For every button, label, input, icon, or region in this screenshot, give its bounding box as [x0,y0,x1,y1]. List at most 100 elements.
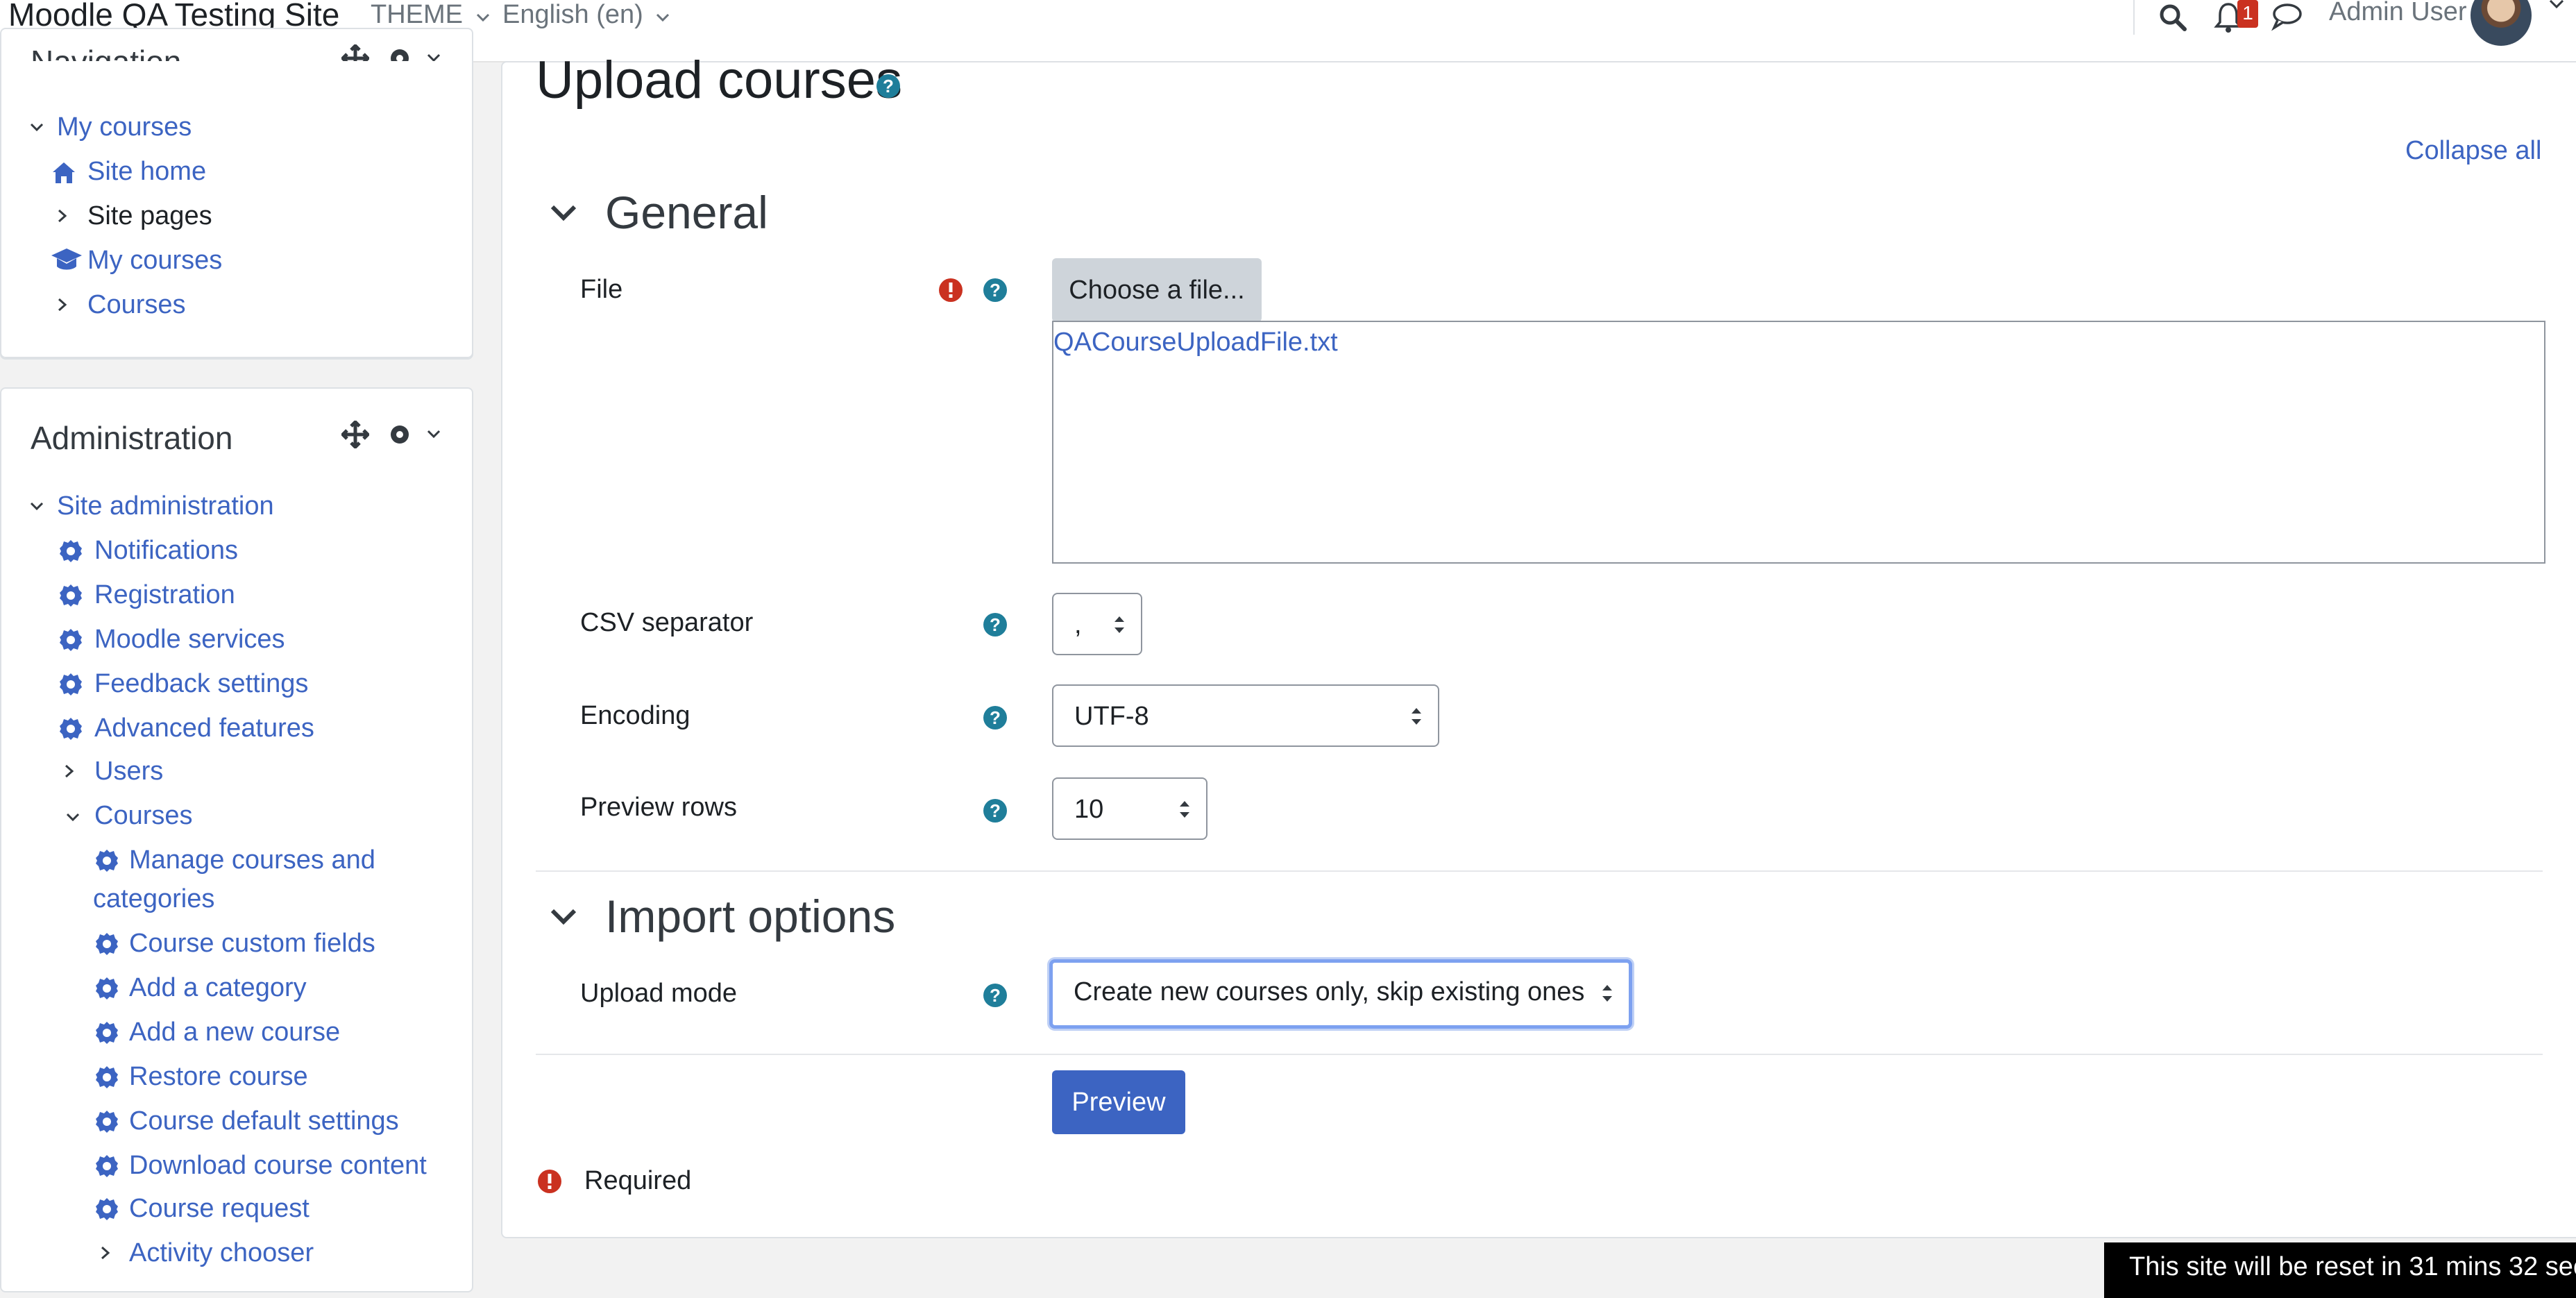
home-icon [53,162,75,183]
sort-arrows-icon [1115,616,1124,633]
nav-item-my-courses-2[interactable]: My courses [87,246,222,276]
avatar[interactable] [2471,0,2532,46]
admin-item-manage-courses[interactable]: Manage courses and [129,845,375,875]
encoding-label: Encoding [580,701,690,730]
svg-text:?: ? [990,800,1001,821]
help-icon[interactable]: ? [983,983,1008,1008]
navbar-divider [2133,0,2135,35]
choose-file-button[interactable]: Choose a file... [1052,258,1262,322]
admin-item-course-default-settings[interactable]: Course default settings [129,1106,399,1136]
section-import-options-title[interactable]: Import options [605,890,895,943]
encoding-value: UTF-8 [1074,702,1149,731]
encoding-select[interactable]: UTF-8 [1052,684,1439,747]
admin-item-registration[interactable]: Registration [94,580,235,610]
help-icon[interactable]: ? [983,798,1008,823]
admin-item-course-request[interactable]: Course request [129,1194,310,1224]
admin-item-notifications[interactable]: Notifications [94,536,238,566]
move-icon[interactable] [341,421,369,448]
nav-item-site-home[interactable]: Site home [87,157,206,187]
file-label: File [580,275,623,304]
gear-icon[interactable] [386,421,414,448]
admin-item-course-custom-fields[interactable]: Course custom fields [129,929,375,959]
gear-icon [60,673,82,696]
section-divider [536,1054,2543,1055]
help-icon[interactable]: ? [983,612,1008,637]
admin-item-users[interactable]: Users [94,757,163,786]
gear-icon [60,584,82,607]
chevron-down-icon[interactable] [29,122,44,133]
language-menu-label: English (en) [502,0,643,29]
search-icon[interactable] [2158,3,2187,32]
upload-mode-label: Upload mode [580,979,738,1008]
chevron-down-icon[interactable] [65,812,80,823]
chevron-right-icon[interactable] [57,297,68,312]
chevron-down-icon[interactable] [550,204,577,224]
user-menu-name[interactable]: Admin User [2329,0,2467,27]
svg-text:?: ? [990,280,1001,301]
page-title: Upload courses [536,50,902,110]
csv-separator-value: , [1074,610,1082,639]
preview-rows-value: 10 [1074,795,1104,824]
admin-item-restore-course[interactable]: Restore course [129,1062,308,1092]
chevron-down-icon [656,13,670,22]
help-icon[interactable]: ? [983,705,1008,730]
admin-item-moodle-services[interactable]: Moodle services [94,625,285,655]
svg-text:?: ? [990,614,1001,635]
help-icon[interactable]: ? [983,278,1008,303]
chevron-down-icon[interactable] [550,908,577,927]
admin-item-download-course-content[interactable]: Download course content [129,1151,427,1181]
chat-bubble-icon[interactable] [2271,1,2303,32]
chevron-down-icon[interactable] [426,429,441,440]
gear-icon [96,850,118,872]
csv-separator-select[interactable]: , [1052,593,1142,655]
gear-icon [60,540,82,562]
sort-arrows-icon [1180,801,1189,818]
help-icon[interactable]: ? [876,74,901,99]
admin-item-activity-chooser[interactable]: Activity chooser [129,1238,314,1268]
gear-icon [96,1022,118,1044]
language-menu[interactable]: English (en) [502,0,670,30]
admin-item-advanced-features[interactable]: Advanced features [94,714,314,743]
nav-item-site-pages[interactable]: Site pages [87,201,212,231]
theme-menu[interactable]: THEME [371,0,490,30]
chevron-down-icon [476,13,489,22]
preview-rows-label: Preview rows [580,793,737,822]
theme-menu-label: THEME [371,0,463,29]
gear-icon [96,977,118,1000]
upload-mode-value: Create new courses only, skip existing o… [1074,977,1585,1006]
nav-item-my-courses[interactable]: My courses [57,112,192,142]
uploaded-file-link[interactable]: QACourseUploadFile.txt [1053,328,1338,357]
navigation-block-body [0,61,473,358]
admin-item-manage-courses-line2[interactable]: categories [93,884,214,914]
sort-arrows-icon [1412,708,1421,725]
upload-mode-select[interactable]: Create new courses only, skip existing o… [1049,959,1632,1029]
gear-icon [96,1111,118,1133]
chevron-down-icon[interactable] [29,501,44,512]
admin-item-add-category[interactable]: Add a category [129,973,307,1003]
collapse-all-link[interactable]: Collapse all [2405,136,2541,166]
chevron-right-icon[interactable] [100,1245,111,1261]
gear-icon [96,1198,118,1220]
admin-item-site-administration[interactable]: Site administration [57,491,274,521]
preview-rows-select[interactable]: 10 [1052,777,1208,840]
section-general-title[interactable]: General [605,186,768,239]
gear-icon [60,718,82,740]
gear-icon [60,629,82,651]
graduation-cap-icon [51,248,82,270]
site-reset-banner: This site will be reset in 31 mins 32 se… [2104,1242,2576,1298]
admin-item-courses[interactable]: Courses [94,801,193,831]
nav-item-courses[interactable]: Courses [87,290,186,320]
sort-arrows-icon [1602,985,1612,1002]
preview-button[interactable]: Preview [1052,1070,1185,1134]
chevron-right-icon[interactable] [57,208,68,224]
svg-text:?: ? [990,985,1001,1006]
required-icon [939,278,963,302]
chevron-down-icon[interactable] [2548,0,2565,10]
required-icon [538,1170,561,1193]
admin-item-feedback-settings[interactable]: Feedback settings [94,669,308,699]
main-content-card [501,61,2576,1238]
gear-icon [96,1066,118,1088]
gear-icon [96,933,118,955]
chevron-right-icon[interactable] [64,764,75,779]
admin-item-add-new-course[interactable]: Add a new course [129,1018,340,1047]
